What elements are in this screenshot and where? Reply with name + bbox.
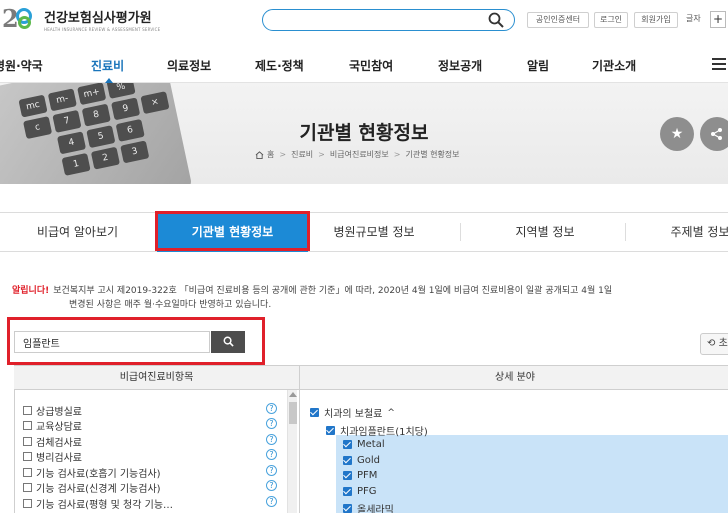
notice-text-line2: 변경된 사항은 매주 월·수요일마다 반영하고 있습니다. [69, 300, 272, 310]
notice-label: 알립니다! [12, 286, 50, 296]
keyword-search-button[interactable] [211, 331, 245, 353]
checkbox-checked[interactable] [343, 456, 352, 465]
checkbox[interactable] [23, 499, 32, 508]
logo-subtitle: HEALTH INSURANCE REVIEW & ASSESSMENT SER… [44, 26, 161, 32]
tree-group-item[interactable]: 치과의 보철료 ^ [310, 405, 395, 420]
tab-noncovered-overview[interactable]: 비급여 알아보기 [0, 213, 155, 251]
font-size-increase-button[interactable]: + [710, 11, 726, 28]
help-icon[interactable]: ? [266, 465, 277, 476]
checkbox-checked[interactable] [343, 504, 352, 513]
checkbox-checked[interactable] [343, 471, 352, 480]
help-icon[interactable]: ? [266, 449, 277, 460]
reset-icon: ⟲ [707, 338, 716, 349]
login-link[interactable]: 로그인 [594, 12, 628, 28]
top-header: 2 건강보험심사평가원 HEALTH INSURANCE REVIEW & AS… [0, 0, 728, 45]
chevron-up-icon[interactable]: ^ [387, 408, 395, 418]
tree-leaf-item[interactable]: Gold [343, 455, 380, 466]
checkbox-checked[interactable] [326, 426, 335, 435]
nav-participation[interactable]: 국민참여 [349, 57, 393, 74]
item-list-scrollbar[interactable] [287, 390, 297, 513]
main-nav: 병원·약국 진료비 의료정보 제도·정책 국민참여 정보공개 알림 기관소개 [0, 48, 728, 83]
logo-title: 건강보험심사평가원 [44, 10, 152, 26]
list-item[interactable]: 교육상담료 [23, 418, 82, 433]
list-item[interactable]: 기능 검사료(신경계 기능검사) [23, 480, 161, 495]
item-list: 상급병실료 ? 교육상담료 ? 검체검사료 ? 병리검사료 ? 기능 검사료(호… [14, 390, 300, 513]
list-item[interactable]: 기능 검사료(호흡기 기능검사) [23, 465, 161, 480]
home-icon[interactable] [255, 150, 264, 159]
help-icon[interactable]: ? [266, 496, 277, 507]
nav-disclosure[interactable]: 정보공개 [438, 57, 482, 74]
detail-tree: 치과의 보철료 ^ 치과임플란트(1치당) Metal Gold PFM PFG… [302, 390, 728, 513]
help-icon[interactable]: ? [266, 403, 277, 414]
tree-leaf-item[interactable]: 올세라믹 [343, 501, 394, 513]
keyword-search-input[interactable] [14, 331, 210, 353]
menu-icon[interactable] [712, 58, 726, 70]
site-search-input[interactable] [262, 9, 515, 31]
tree-leaf-item[interactable]: PFM [343, 470, 377, 481]
nav-medical-info[interactable]: 의료정보 [167, 57, 211, 74]
search-icon[interactable] [488, 12, 504, 28]
list-item[interactable]: 검체검사료 [23, 434, 82, 449]
breadcrumb-home[interactable]: 홈 [267, 149, 274, 160]
list-item[interactable]: 병리검사료 [23, 449, 82, 464]
checkbox[interactable] [23, 421, 32, 430]
tab-region[interactable]: 지역별 정보 [480, 213, 610, 251]
share-icon [711, 128, 722, 140]
checkbox[interactable] [23, 452, 32, 461]
checkbox[interactable] [23, 483, 32, 492]
scroll-thumb[interactable] [289, 402, 297, 424]
nav-medical-fee[interactable]: 진료비 [91, 57, 124, 74]
checkbox[interactable] [23, 468, 32, 477]
breadcrumb: 홈 > 진료비 > 비급여진료비정보 > 기관별 현황정보 [255, 149, 460, 160]
notice-banner: 알립니다! 보건복지부 고시 제2019-322호 「비급여 진료비용 등의 공개… [12, 284, 728, 312]
scroll-up-arrow-icon[interactable] [289, 392, 297, 397]
site-logo[interactable]: 2 건강보험심사평가원 HEALTH INSURANCE REVIEW & AS… [2, 4, 161, 33]
breadcrumb-noncovered-info[interactable]: 비급여진료비정보 [330, 149, 389, 160]
help-icon[interactable]: ? [266, 418, 277, 429]
breadcrumb-current: 기관별 현황정보 [405, 150, 460, 159]
tree-sub-item[interactable]: 치과임플란트(1치당) [326, 423, 428, 438]
sub-tabs: 비급여 알아보기 기관별 현황정보 병원규모별 정보 지역별 정보 주제별 정보 [0, 212, 728, 252]
help-icon[interactable]: ? [266, 434, 277, 445]
help-icon[interactable]: ? [266, 480, 277, 491]
checkbox-checked[interactable] [343, 440, 352, 449]
signup-link[interactable]: 회원가입 [634, 12, 678, 28]
page-banner: mc m- m+ % c 7 8 9 × 4 5 6 1 2 3 기관별 현황정… [0, 83, 728, 184]
col-header-items: 비급여진료비항목 [119, 372, 194, 383]
checkbox[interactable] [23, 437, 32, 446]
tab-institution-status[interactable]: 기관별 현황정보 [157, 212, 308, 252]
share-button[interactable] [700, 117, 728, 151]
favorite-button[interactable]: ★ [660, 117, 694, 151]
cert-center-link[interactable]: 공인인증센터 [527, 12, 589, 28]
tab-hospital-size[interactable]: 병원규모별 정보 [310, 213, 438, 251]
page-title: 기관별 현황정보 [299, 122, 429, 144]
nav-hospital-pharmacy[interactable]: 병원·약국 [0, 57, 43, 74]
nav-policy[interactable]: 제도·정책 [255, 57, 304, 74]
checkbox-checked[interactable] [343, 487, 352, 496]
breadcrumb-medical-fee[interactable]: 진료비 [291, 149, 313, 160]
nav-about[interactable]: 기관소개 [592, 57, 636, 74]
list-item[interactable]: 상급병실료 [23, 403, 82, 418]
reset-button[interactable]: ⟲ 초 [700, 333, 728, 355]
table-header: 비급여진료비항목 상세 분야 [14, 365, 728, 391]
tree-leaf-item[interactable]: PFG [343, 486, 377, 497]
notice-text-line1: 보건복지부 고시 제2019-322호 「비급여 진료비용 등의 공개에 관한 … [53, 286, 613, 296]
list-item[interactable]: 기능 검사료(평형 및 청각 기능… [23, 496, 173, 511]
selected-highlight [336, 435, 728, 513]
checkbox[interactable] [23, 406, 32, 415]
col-header-detail: 상세 분야 [495, 372, 535, 383]
search-icon [223, 336, 234, 347]
anniversary-logo-icon: 2 [2, 4, 40, 33]
nav-notice[interactable]: 알림 [527, 57, 549, 74]
font-size-label: 글자 [686, 14, 701, 23]
checkbox-checked[interactable] [310, 408, 319, 417]
tree-leaf-item[interactable]: Metal [343, 439, 385, 450]
tab-topic[interactable]: 주제별 정보 [650, 213, 728, 251]
